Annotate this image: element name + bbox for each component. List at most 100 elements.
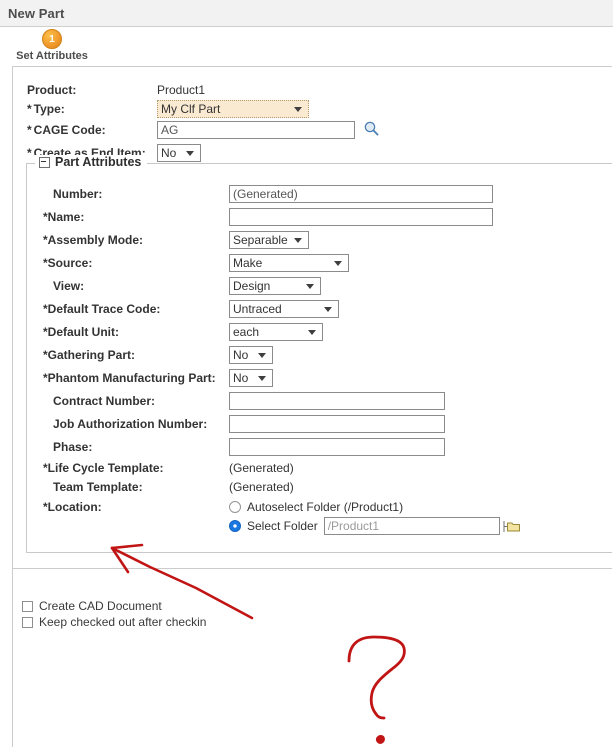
default-trace-code-select[interactable]: Untraced bbox=[229, 300, 339, 318]
field-view: Design bbox=[229, 277, 321, 295]
form-row-life-cycle-template: *Life Cycle Template: (Generated) bbox=[41, 458, 612, 477]
label-select-folder: Select Folder bbox=[247, 519, 318, 533]
step-number-badge: 1 bbox=[42, 29, 62, 49]
option-keep-checked-out[interactable]: Keep checked out after checkin bbox=[22, 614, 206, 630]
label-create-cad-document: Create CAD Document bbox=[39, 599, 162, 613]
form-row-type: *Type: My Clf Part bbox=[27, 99, 612, 118]
field-life-cycle-template: (Generated) bbox=[229, 461, 294, 475]
search-icon[interactable] bbox=[363, 120, 380, 140]
label-team-template: Team Template: bbox=[41, 480, 229, 494]
create-as-end-item-select-wrapper[interactable]: No bbox=[157, 144, 201, 162]
phantom-manufacturing-part-select[interactable]: No bbox=[229, 369, 273, 387]
folder-icon[interactable] bbox=[503, 519, 521, 534]
type-select[interactable]: My Clf Part bbox=[157, 100, 309, 118]
source-select[interactable]: Make bbox=[229, 254, 349, 272]
form-row-source: *Source: Make bbox=[41, 251, 612, 274]
default-unit-select[interactable]: each bbox=[229, 323, 323, 341]
number-input[interactable] bbox=[229, 185, 493, 203]
default-trace-code-select-wrapper[interactable]: Untraced bbox=[229, 300, 339, 318]
label-source: *Source: bbox=[41, 256, 229, 270]
form-row-team-template: Team Template: (Generated) bbox=[41, 477, 612, 496]
form-row-assembly-mode: *Assembly Mode: Separable bbox=[41, 228, 612, 251]
form-row-name: *Name: bbox=[41, 205, 612, 228]
wizard-step-strip: 1 Set Attributes bbox=[0, 27, 613, 67]
view-select-wrapper[interactable]: Design bbox=[229, 277, 321, 295]
value-life-cycle-template: (Generated) bbox=[229, 461, 294, 475]
field-gathering-part: No bbox=[229, 346, 273, 364]
radio-select-folder[interactable] bbox=[229, 520, 241, 532]
label-life-cycle-template-text: Life Cycle Template: bbox=[48, 461, 164, 475]
label-contract-number: Contract Number: bbox=[41, 394, 229, 408]
field-default-unit: each bbox=[229, 323, 323, 341]
source-select-wrapper[interactable]: Make bbox=[229, 254, 349, 272]
required-marker: * bbox=[27, 146, 32, 160]
default-unit-select-wrapper[interactable]: each bbox=[229, 323, 323, 341]
label-phantom-manufacturing-part: *Phantom Manufacturing Part: bbox=[41, 371, 229, 385]
label-autoselect-folder: Autoselect Folder (/Product1) bbox=[247, 500, 403, 514]
label-gathering-part-text: Gathering Part: bbox=[48, 348, 135, 362]
form-row-contract-number: Contract Number: bbox=[41, 389, 612, 412]
part-attributes-legend-label: Part Attributes bbox=[55, 155, 141, 169]
label-assembly-mode-text: Assembly Mode: bbox=[48, 233, 143, 247]
location-option-select-folder[interactable]: Select Folder bbox=[229, 517, 521, 535]
label-cage-code-text: CAGE Code: bbox=[34, 123, 106, 137]
label-life-cycle-template: *Life Cycle Template: bbox=[41, 461, 229, 475]
form-row-location: *Location: Autoselect Folder (/Product1)… bbox=[41, 496, 612, 540]
label-number: Number: bbox=[41, 187, 229, 201]
name-input[interactable] bbox=[229, 208, 493, 226]
value-team-template: (Generated) bbox=[229, 480, 294, 494]
label-default-trace-code: *Default Trace Code: bbox=[41, 302, 229, 316]
bottom-options: Create CAD Document Keep checked out aft… bbox=[22, 598, 206, 630]
form-row-product: Product: Product1 bbox=[27, 80, 612, 99]
required-marker: * bbox=[27, 102, 32, 116]
field-job-authorization-number bbox=[229, 415, 445, 433]
select-folder-input[interactable] bbox=[324, 517, 500, 535]
part-attributes-fieldset: Part Attributes Number: *Name: *Assembly… bbox=[26, 163, 612, 553]
type-select-wrapper[interactable]: My Clf Part bbox=[157, 100, 309, 118]
job-authorization-number-input[interactable] bbox=[229, 415, 445, 433]
view-select[interactable]: Design bbox=[229, 277, 321, 295]
label-location-text: Location: bbox=[48, 500, 102, 514]
part-attributes-legend[interactable]: Part Attributes bbox=[35, 155, 147, 169]
field-team-template: (Generated) bbox=[229, 480, 294, 494]
phantom-manufacturing-part-select-wrapper[interactable]: No bbox=[229, 369, 273, 387]
form-row-view: View: Design bbox=[41, 274, 612, 297]
checkbox-keep-checked-out[interactable] bbox=[22, 617, 33, 628]
radio-autoselect-folder[interactable] bbox=[229, 501, 241, 513]
label-type-text: Type: bbox=[34, 102, 65, 116]
wizard-step-set-attributes[interactable]: 1 Set Attributes bbox=[14, 29, 90, 62]
assembly-mode-select[interactable]: Separable bbox=[229, 231, 309, 249]
field-phase bbox=[229, 438, 445, 456]
field-name bbox=[229, 208, 493, 226]
page-header: New Part bbox=[0, 0, 613, 27]
form-row-default-trace-code: *Default Trace Code: Untraced bbox=[41, 297, 612, 320]
field-contract-number bbox=[229, 392, 445, 410]
left-gutter-rule bbox=[12, 569, 13, 747]
step-label: Set Attributes bbox=[14, 50, 90, 62]
phase-input[interactable] bbox=[229, 438, 445, 456]
label-location: *Location: bbox=[41, 500, 229, 514]
page-title: New Part bbox=[8, 6, 64, 21]
location-option-autoselect[interactable]: Autoselect Folder (/Product1) bbox=[229, 500, 521, 514]
label-phantom-manufacturing-part-text: Phantom Manufacturing Part: bbox=[48, 371, 216, 385]
minus-box-icon[interactable] bbox=[39, 157, 50, 168]
label-type: *Type: bbox=[27, 102, 157, 116]
field-location: Autoselect Folder (/Product1) Select Fol… bbox=[229, 500, 521, 535]
contract-number-input[interactable] bbox=[229, 392, 445, 410]
label-phase: Phase: bbox=[41, 440, 229, 454]
label-default-trace-code-text: Default Trace Code: bbox=[48, 302, 161, 316]
field-assembly-mode: Separable bbox=[229, 231, 309, 249]
gathering-part-select-wrapper[interactable]: No bbox=[229, 346, 273, 364]
cage-code-input[interactable] bbox=[157, 121, 355, 139]
gathering-part-select[interactable]: No bbox=[229, 346, 273, 364]
checkbox-create-cad-document[interactable] bbox=[22, 601, 33, 612]
label-default-unit: *Default Unit: bbox=[41, 325, 229, 339]
label-assembly-mode: *Assembly Mode: bbox=[41, 233, 229, 247]
create-as-end-item-select[interactable]: No bbox=[157, 144, 201, 162]
option-create-cad-document[interactable]: Create CAD Document bbox=[22, 598, 206, 614]
label-name: *Name: bbox=[41, 210, 229, 224]
form-row-phantom-manufacturing-part: *Phantom Manufacturing Part: No bbox=[41, 366, 612, 389]
value-product: Product1 bbox=[157, 83, 205, 97]
label-cage-code: *CAGE Code: bbox=[27, 123, 157, 137]
assembly-mode-select-wrapper[interactable]: Separable bbox=[229, 231, 309, 249]
